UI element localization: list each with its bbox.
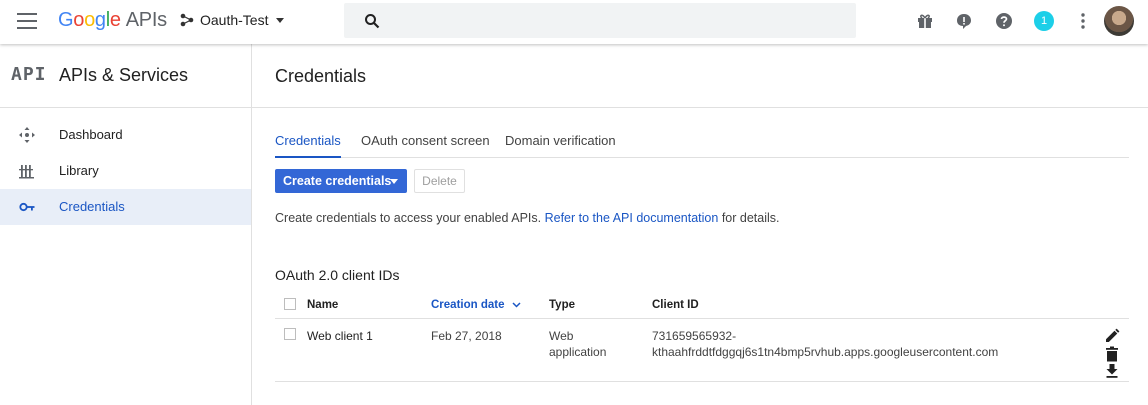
logo-letter: o <box>73 9 85 31</box>
tab-domain-verification[interactable]: Domain verification <box>505 133 616 158</box>
column-header-label: Creation date <box>431 299 505 311</box>
google-apis-logo[interactable]: Google APIs <box>58 9 167 32</box>
tab-oauth-consent-screen[interactable]: OAuth consent screen <box>361 133 490 158</box>
notifications-icon[interactable]: 1 <box>1034 11 1054 31</box>
table-row[interactable]: Web client 1 Feb 27, 2018 Web applicatio… <box>275 319 1129 382</box>
client-type-line: application <box>549 345 607 359</box>
page-title: Credentials <box>275 66 367 86</box>
sidebar-item-label: Credentials <box>59 199 125 214</box>
sidebar-header: API APIs & Services <box>0 44 251 108</box>
create-credentials-label: Create credentials <box>283 174 392 188</box>
sidebar-item-library[interactable]: Library <box>0 153 251 189</box>
top-app-bar: Google APIs Oauth-Test 1 <box>0 0 1148 44</box>
client-type: Web application <box>549 328 606 360</box>
feedback-icon[interactable] <box>955 12 973 30</box>
delete-button[interactable]: Delete <box>414 169 465 193</box>
project-selector[interactable]: Oauth-Test <box>180 12 285 28</box>
logo-letter: G <box>58 9 74 31</box>
column-header-creation-date[interactable]: Creation date <box>431 299 521 311</box>
creation-date: Feb 27, 2018 <box>431 329 502 343</box>
client-id-line: kthaahfrddtfdggqj6s1tn4bmp5rvhub.apps.go… <box>652 345 999 359</box>
sidebar-item-credentials[interactable]: Credentials <box>0 189 251 225</box>
table-header: Name Creation date Type Client ID <box>275 293 1129 319</box>
oauth-clients-table: Name Creation date Type Client ID Web cl… <box>275 293 1129 382</box>
logo-letter: g <box>94 9 106 31</box>
logo-suffix: APIs <box>125 9 167 31</box>
client-id-line: 731659565932- <box>652 329 737 343</box>
chevron-down-icon <box>390 179 398 184</box>
key-icon <box>19 202 35 212</box>
info-prefix: Create credentials to access your enable… <box>275 211 542 225</box>
sidebar-item-dashboard[interactable]: Dashboard <box>0 117 251 153</box>
sidebar-title: APIs & Services <box>59 65 189 85</box>
search-input[interactable] <box>392 9 842 33</box>
logo-letter: o <box>84 9 95 31</box>
edit-icon[interactable] <box>1104 328 1120 344</box>
section-title: OAuth 2.0 client IDs <box>275 267 400 283</box>
sidebar: API APIs & Services Dashboard Library Cr… <box>0 44 252 405</box>
column-header-type[interactable]: Type <box>549 299 575 311</box>
sidebar-item-label: Library <box>59 163 99 178</box>
more-vert-icon[interactable] <box>1074 12 1092 30</box>
info-suffix: for details. <box>721 211 780 225</box>
column-header-name[interactable]: Name <box>307 299 338 311</box>
client-id: 731659565932- kthaahfrddtfdggqj6s1tn4bmp… <box>652 328 998 360</box>
help-icon[interactable] <box>995 12 1013 30</box>
column-header-client-id[interactable]: Client ID <box>652 299 699 311</box>
delete-icon[interactable] <box>1104 346 1120 362</box>
search-bar[interactable] <box>344 3 856 38</box>
info-text: Create credentials to access your enable… <box>275 211 779 225</box>
download-icon[interactable] <box>1104 363 1120 379</box>
tab-bar: Credentials OAuth consent screen Domain … <box>275 133 1129 158</box>
chevron-down-icon <box>276 17 285 23</box>
dashboard-icon <box>19 127 35 143</box>
project-icon <box>180 13 194 27</box>
search-icon <box>365 14 380 29</box>
tab-credentials[interactable]: Credentials <box>275 133 341 158</box>
sort-descending-icon <box>512 302 521 308</box>
project-name: Oauth-Test <box>200 12 269 28</box>
menu-icon[interactable] <box>17 13 37 29</box>
logo-letter: e <box>109 9 121 31</box>
row-checkbox[interactable] <box>284 328 296 340</box>
gift-icon[interactable] <box>916 12 934 30</box>
main-content: Credentials Credentials OAuth consent sc… <box>252 44 1148 405</box>
select-all-checkbox[interactable] <box>284 298 296 310</box>
api-logo-icon: API <box>11 64 47 85</box>
avatar[interactable] <box>1104 6 1134 36</box>
library-icon <box>19 165 34 179</box>
client-name[interactable]: Web client 1 <box>307 328 373 344</box>
client-type-line: Web <box>549 329 574 343</box>
create-credentials-button[interactable]: Create credentials <box>275 169 407 193</box>
api-documentation-link[interactable]: Refer to the API documentation <box>545 211 719 225</box>
sidebar-item-label: Dashboard <box>59 127 123 142</box>
page-header: Credentials <box>252 44 1148 108</box>
